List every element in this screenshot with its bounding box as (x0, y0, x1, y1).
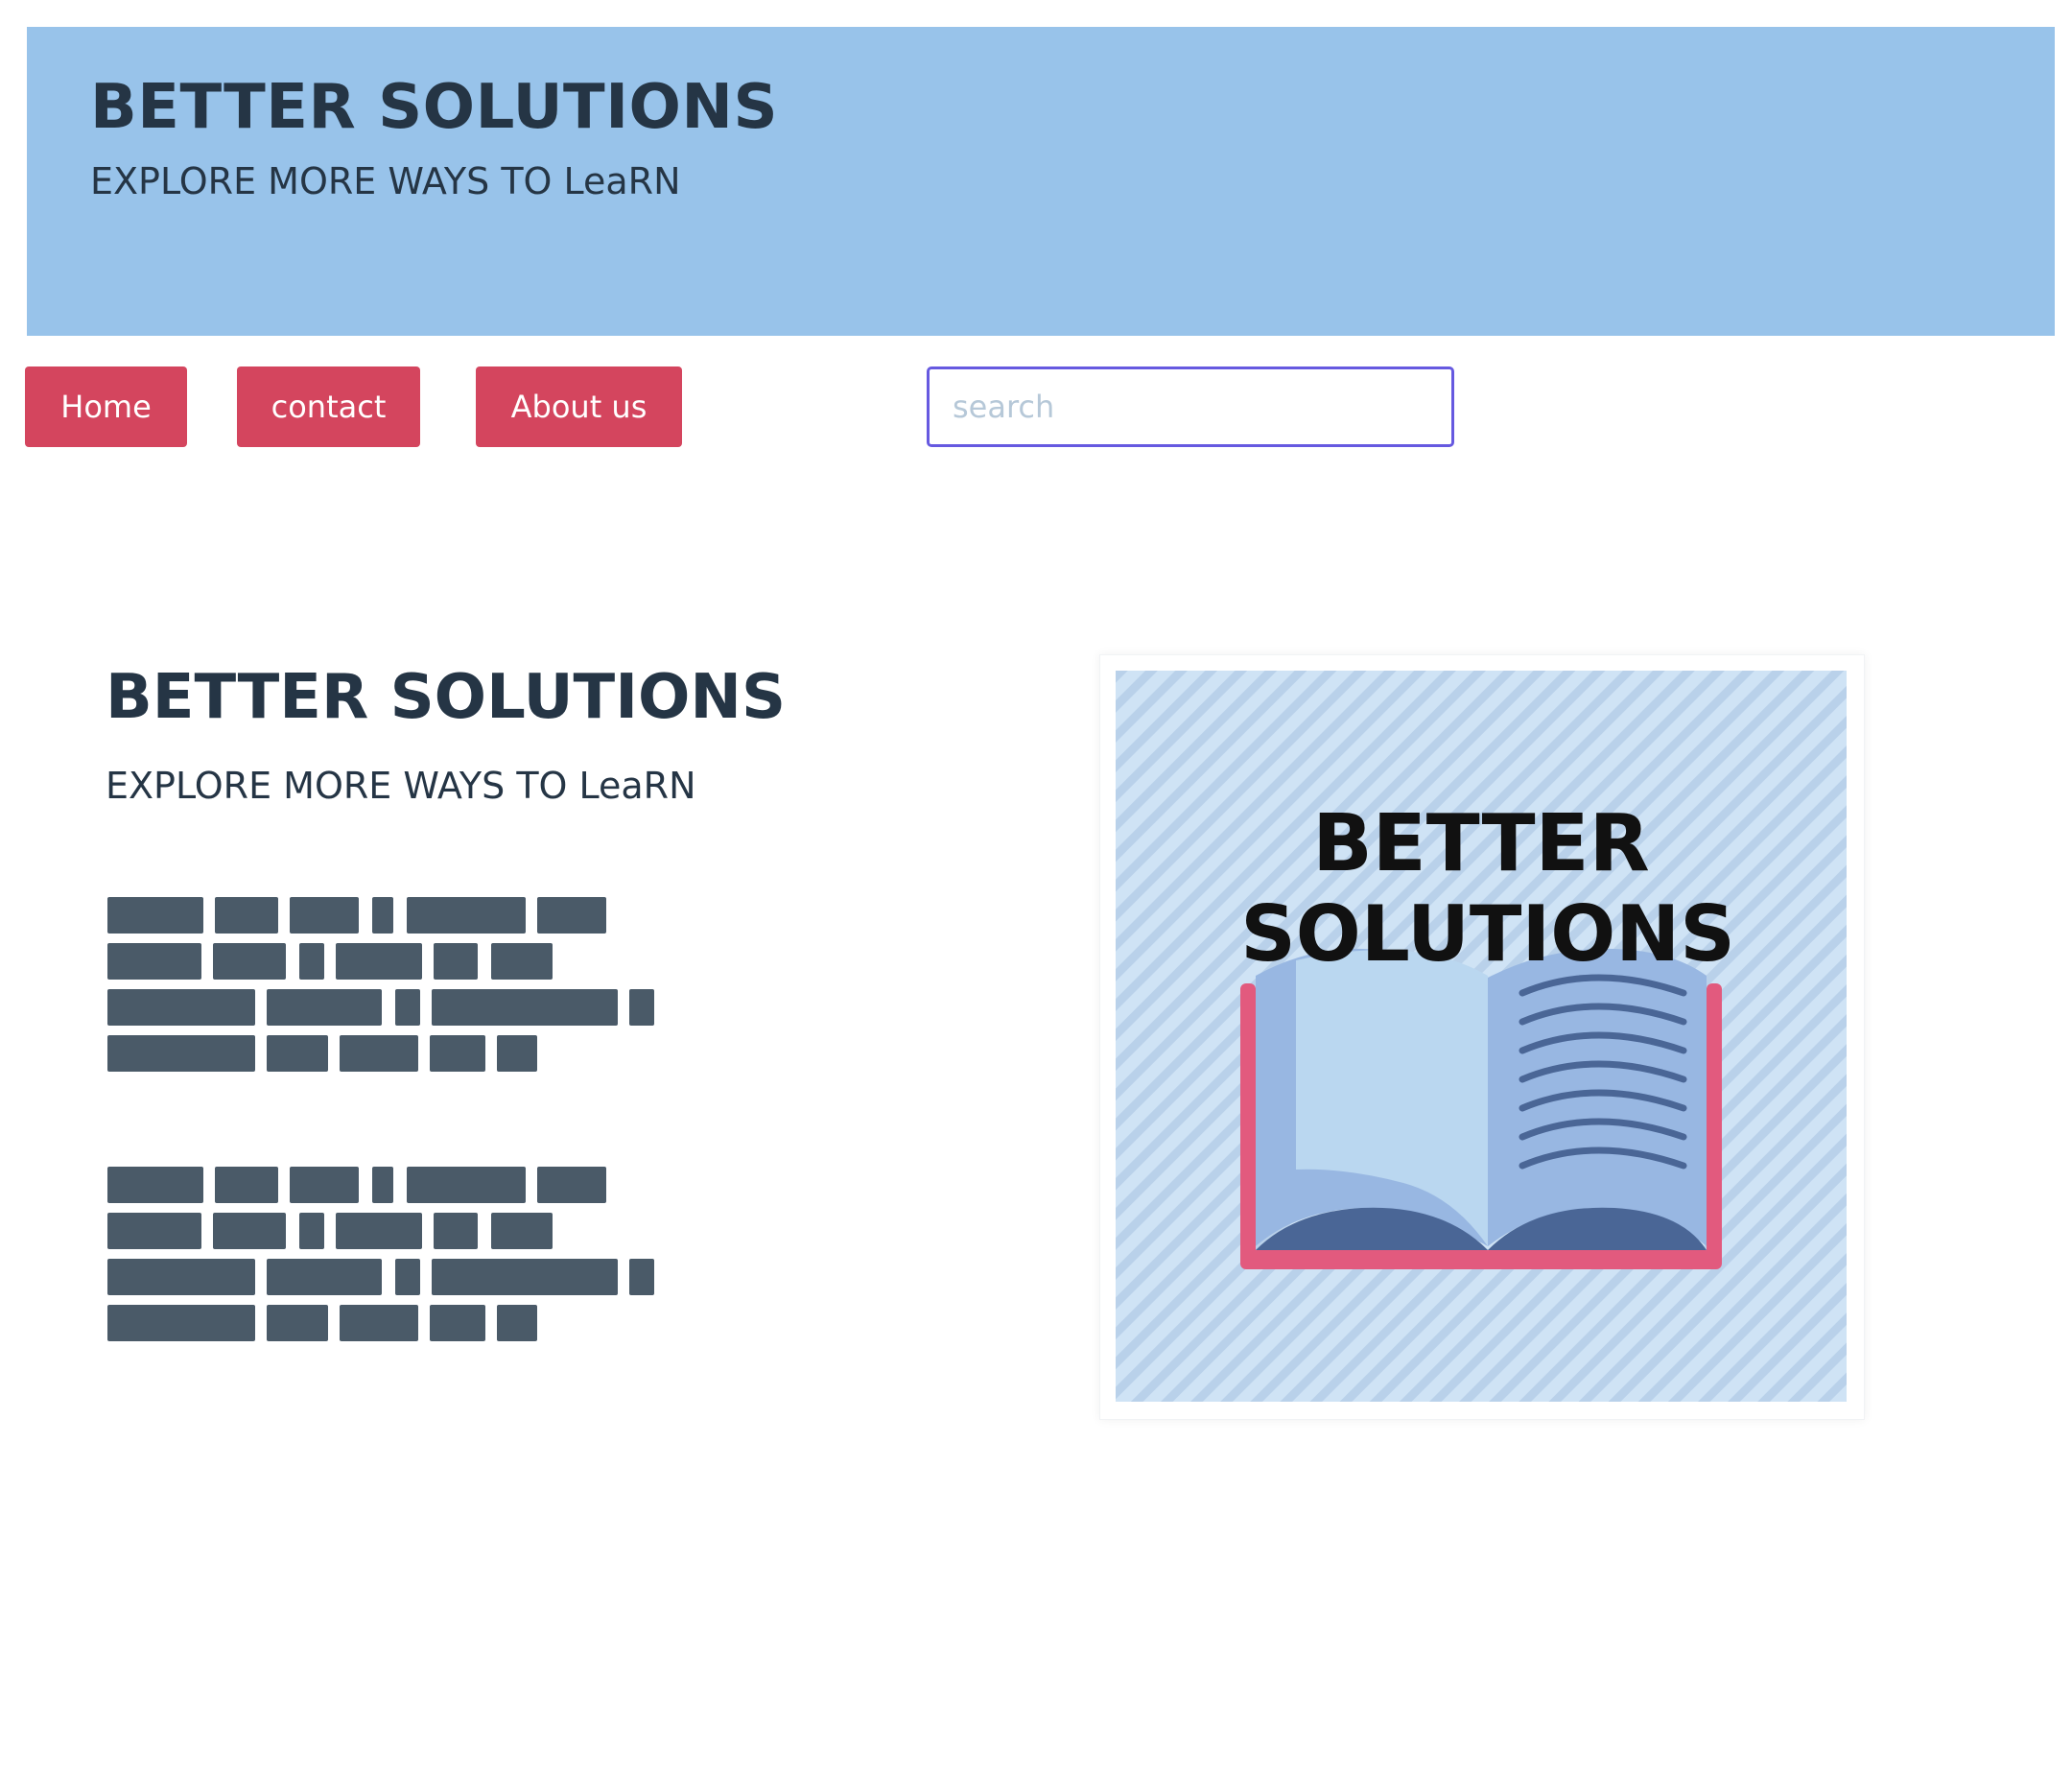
main-subheading: EXPLORE MORE WAYS TO LeaRN (106, 765, 696, 807)
search-input[interactable] (927, 366, 1454, 447)
redacted-line (107, 1305, 664, 1341)
redacted-line (107, 1259, 664, 1295)
redacted-word (491, 1213, 553, 1249)
redacted-paragraph-1 (107, 897, 664, 1081)
redacted-word (107, 1035, 255, 1072)
redacted-word (432, 989, 618, 1026)
header-banner: BETTER SOLUTIONS EXPLORE MORE WAYS TO Le… (27, 27, 2055, 336)
redacted-word (395, 989, 420, 1026)
redacted-word (407, 897, 526, 934)
redacted-word (340, 1035, 418, 1072)
redacted-word (491, 943, 553, 980)
redacted-line (107, 989, 664, 1026)
redacted-word (107, 1213, 201, 1249)
redacted-word (430, 1035, 485, 1072)
redacted-word (432, 1259, 618, 1295)
redacted-word (267, 989, 382, 1026)
redacted-word (290, 897, 359, 934)
redacted-word (497, 1035, 537, 1072)
logo-image: BETTER SOLUTIONS (1116, 671, 1847, 1402)
redacted-word (299, 1213, 324, 1249)
logo-image-card: BETTER SOLUTIONS (1099, 654, 1865, 1420)
redacted-word (267, 1305, 328, 1341)
redacted-word (299, 943, 324, 980)
redacted-word (107, 989, 255, 1026)
main-heading: BETTER SOLUTIONS (106, 662, 787, 733)
redacted-word (372, 897, 393, 934)
redacted-word (497, 1305, 537, 1341)
redacted-word (629, 989, 654, 1026)
site-tagline: EXPLORE MORE WAYS TO LeaRN (90, 160, 681, 202)
redacted-word (107, 897, 203, 934)
redacted-word (395, 1259, 420, 1295)
redacted-word (215, 1167, 278, 1203)
redacted-word (107, 1259, 255, 1295)
nav-about-us-button[interactable]: About us (476, 366, 682, 447)
redacted-paragraph-2 (107, 1167, 664, 1351)
page: BETTER SOLUTIONS EXPLORE MORE WAYS TO Le… (0, 0, 2072, 1773)
redacted-word (213, 1213, 286, 1249)
redacted-word (434, 1213, 478, 1249)
nav-contact-button[interactable]: contact (237, 366, 420, 447)
redacted-word (215, 897, 278, 934)
redacted-word (107, 1305, 255, 1341)
redacted-word (407, 1167, 526, 1203)
redacted-word (340, 1305, 418, 1341)
redacted-word (107, 943, 201, 980)
redacted-word (290, 1167, 359, 1203)
redacted-line (107, 1167, 664, 1203)
redacted-line (107, 1035, 664, 1072)
logo-text-line2: SOLUTIONS (1240, 889, 1735, 979)
redacted-word (537, 1167, 606, 1203)
redacted-line (107, 1213, 664, 1249)
redacted-line (107, 943, 664, 980)
redacted-word (213, 943, 286, 980)
redacted-word (372, 1167, 393, 1203)
nav-home-button[interactable]: Home (25, 366, 187, 447)
redacted-word (107, 1167, 203, 1203)
redacted-word (267, 1035, 328, 1072)
redacted-word (336, 943, 422, 980)
redacted-word (430, 1305, 485, 1341)
redacted-word (434, 943, 478, 980)
logo-text-line1: BETTER (1312, 798, 1649, 889)
redacted-word (629, 1259, 654, 1295)
redacted-word (537, 897, 606, 934)
site-title: BETTER SOLUTIONS (90, 72, 779, 143)
redacted-word (336, 1213, 422, 1249)
redacted-line (107, 897, 664, 934)
open-book-icon (1240, 948, 1722, 1269)
redacted-word (267, 1259, 382, 1295)
